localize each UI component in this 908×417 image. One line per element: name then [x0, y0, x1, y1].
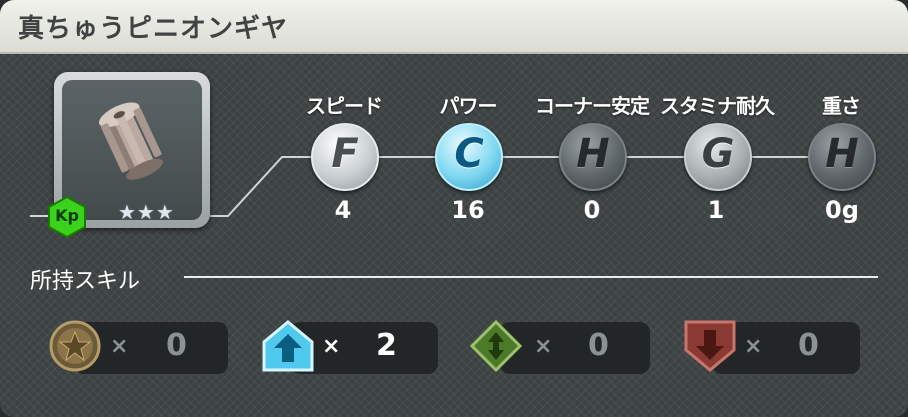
grade-letter-power: C [454, 131, 484, 177]
grade-letter-corner: H [576, 131, 610, 177]
skills-heading: 所持スキル [30, 269, 141, 294]
grade-letter-stamina: G [701, 131, 735, 177]
part-detail-panel: 真ちゅうピニオンギヤ Kp ★★★ スピード パワー コーナー安定 スタミナ耐久… [0, 0, 908, 417]
stat-label-speed: スピード [306, 94, 383, 118]
skill-count-up: 2 [376, 328, 397, 363]
grade-badge-power: C [435, 123, 503, 191]
grade-letter-speed: F [331, 131, 359, 177]
grade-badge-stamina: G [684, 123, 752, 191]
red-down-arrow-icon [684, 320, 736, 372]
grade-badge-corner: H [559, 123, 627, 191]
stat-value-stamina: 1 [707, 196, 725, 224]
skill-multiplier-up: × [322, 334, 341, 359]
stat-label-power: パワー [439, 94, 498, 118]
skill-multiplier-star: × [110, 334, 129, 359]
stat-value-corner: 0 [583, 196, 601, 224]
blue-up-arrow-icon [262, 320, 314, 372]
stat-label-stamina: スタミナ耐久 [660, 94, 775, 118]
grade-badge-weight: H [808, 123, 876, 191]
stat-value-weight: 0g [825, 196, 859, 224]
star-medal-icon [49, 320, 101, 372]
stat-value-power: 16 [451, 196, 485, 224]
rarity-stars: ★★★ [118, 200, 175, 224]
skill-count-star: 0 [166, 328, 187, 363]
stat-value-speed: 4 [334, 196, 352, 224]
skills-divider [184, 276, 878, 278]
grade-badge-speed: F [311, 123, 379, 191]
stat-label-corner: コーナー安定 [535, 94, 650, 118]
kp-badge: Kp [46, 195, 88, 239]
skill-multiplier-updown: × [534, 334, 553, 359]
green-diamond-updown-icon [469, 319, 523, 373]
skill-count-down: 0 [798, 328, 819, 363]
skill-count-updown: 0 [588, 328, 609, 363]
kp-badge-label: Kp [55, 206, 79, 225]
skill-multiplier-down: × [744, 334, 763, 359]
stat-label-weight: 重さ [822, 94, 861, 118]
part-card[interactable]: Kp ★★★ [48, 72, 210, 239]
grade-letter-weight: H [825, 131, 859, 177]
